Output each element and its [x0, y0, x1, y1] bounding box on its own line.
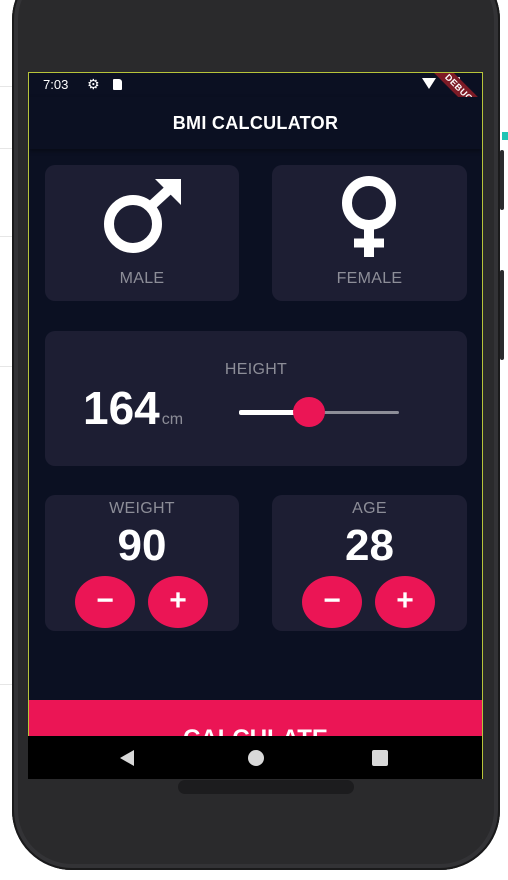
age-label: AGE: [352, 500, 387, 517]
background-line: [0, 366, 12, 367]
gear-icon: ⚙: [87, 76, 100, 92]
minus-icon: −: [323, 584, 341, 617]
recents-icon[interactable]: [372, 750, 388, 766]
status-bar: 7:03 ⚙ DEBUG: [29, 73, 482, 125]
height-card: HEIGHT 164 cm: [45, 331, 467, 466]
back-icon[interactable]: [120, 750, 134, 766]
male-label: MALE: [119, 270, 165, 287]
female-card[interactable]: FEMALE: [272, 165, 467, 301]
age-card: AGE 28 − +: [272, 495, 467, 631]
age-value: 28: [345, 521, 394, 570]
age-decrement-button[interactable]: −: [302, 576, 362, 628]
background-line: [0, 684, 12, 685]
female-label: FEMALE: [336, 270, 403, 287]
bottom-speaker: [178, 780, 354, 794]
system-navigation-bar: [28, 736, 482, 779]
home-icon[interactable]: [248, 750, 264, 766]
weight-decrement-button[interactable]: −: [75, 576, 135, 628]
status-time: 7:03: [43, 77, 69, 92]
minus-icon: −: [96, 584, 114, 617]
venus-icon: [342, 176, 396, 257]
height-label: HEIGHT: [224, 361, 288, 378]
plus-icon: +: [169, 584, 187, 617]
app-screen: 7:03 ⚙ DEBUG BMI CALCULATOR MALE FEMALE …: [28, 72, 483, 779]
background-accent-mark: [502, 132, 508, 140]
background-line: [0, 236, 12, 237]
slider-thumb[interactable]: [293, 397, 325, 427]
male-card[interactable]: MALE: [45, 165, 239, 301]
wifi-icon: [422, 78, 436, 89]
weight-card: WEIGHT 90 − +: [45, 495, 239, 631]
volume-button: [500, 150, 504, 210]
weight-label: WEIGHT: [109, 500, 175, 517]
height-value: 164: [83, 382, 160, 434]
mars-icon: [104, 179, 181, 253]
app-bar-title: BMI CALCULATOR: [29, 97, 482, 149]
weight-value: 90: [117, 521, 167, 570]
power-button: [500, 270, 504, 360]
plus-icon: +: [396, 584, 414, 617]
sd-card-icon: [113, 79, 122, 90]
age-increment-button[interactable]: +: [375, 576, 435, 628]
height-slider[interactable]: [239, 397, 399, 427]
weight-increment-button[interactable]: +: [148, 576, 208, 628]
height-readout: 164 cm: [83, 381, 183, 435]
background-line: [0, 86, 12, 87]
background-line: [0, 148, 12, 149]
height-unit: cm: [161, 411, 184, 428]
